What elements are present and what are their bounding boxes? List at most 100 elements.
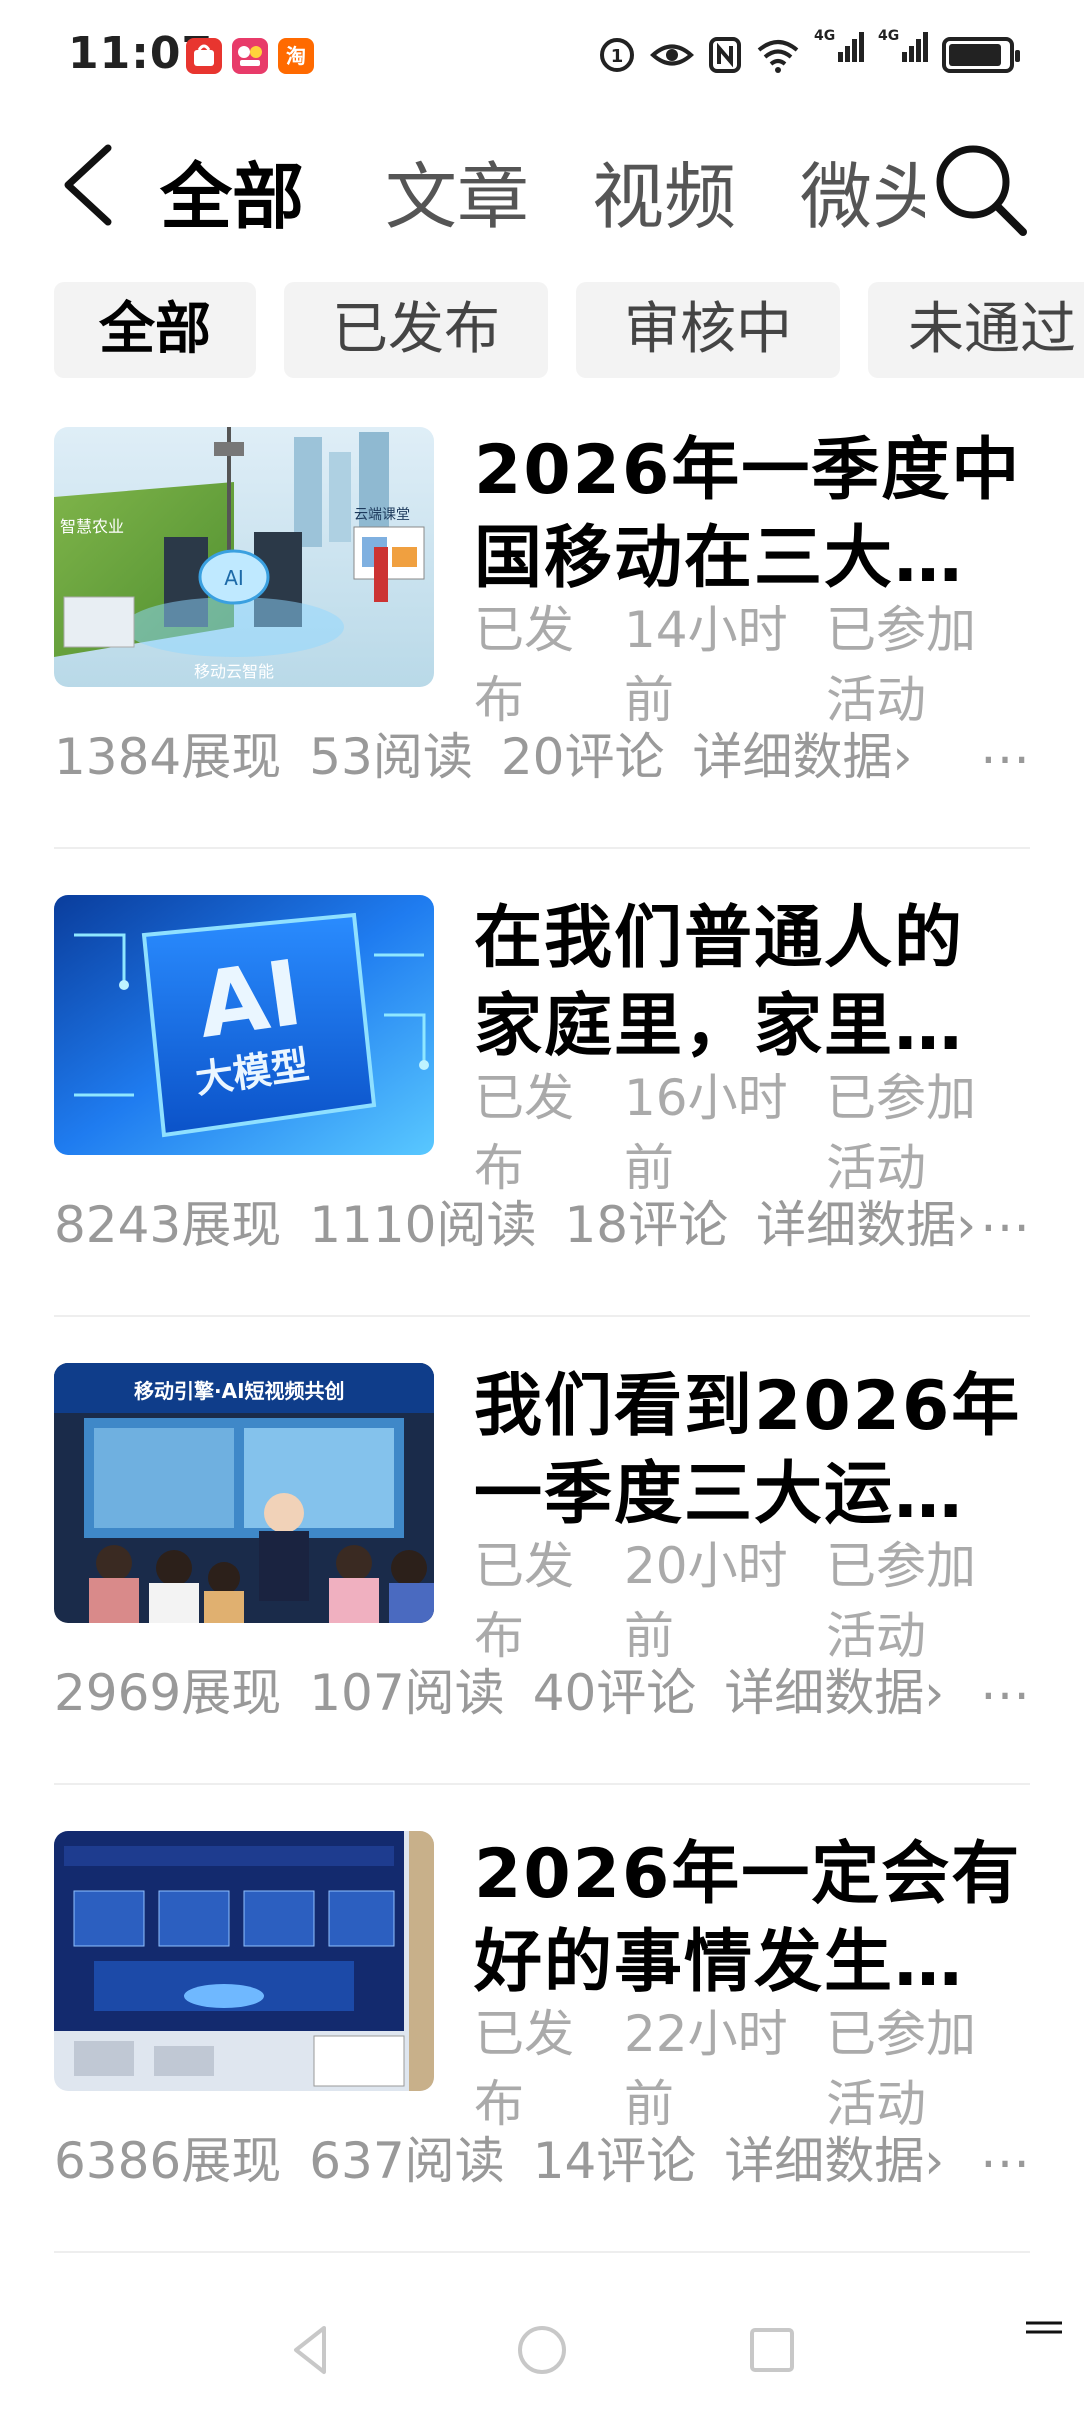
views-count: 8243展现: [54, 1196, 282, 1254]
tab-all[interactable]: 全部: [160, 138, 304, 243]
article-title-line: 2026年一季度中: [474, 431, 1022, 510]
more-icon[interactable]: …: [980, 1653, 1034, 1711]
article-status: 已发布: [474, 1069, 574, 1197]
article-item[interactable]: 移动引擎·AI短视频共创 我们看到2026年 一季度三大运… 已发布 20小时前…: [0, 1363, 1084, 1831]
filter-chips: 全部 已发布 审核中 未通过: [0, 282, 1084, 378]
article-title[interactable]: 2026年一季度中 国移动在三大…: [474, 427, 1049, 603]
menu-handle-icon[interactable]: [1024, 2320, 1064, 2336]
thumb-label: AI: [191, 941, 308, 1059]
taobao-icon: 淘: [278, 38, 314, 74]
back-triangle-icon[interactable]: [282, 2320, 342, 2380]
thumb-label: 云端课堂: [354, 507, 410, 523]
article-title[interactable]: 2026年一定会有 好的事情发生…: [474, 1831, 1049, 2007]
nfc-icon: [709, 37, 741, 73]
article-thumbnail[interactable]: AI 大模型: [54, 895, 434, 1155]
article-activity: 已参加活动: [826, 1069, 976, 1197]
article-title-line: 好的事情发生…: [474, 1923, 965, 2002]
do-not-disturb-icon: 1: [600, 38, 634, 72]
article-status: 已发布: [474, 1537, 574, 1665]
article-thumbnail[interactable]: 移动引擎·AI短视频共创: [54, 1363, 434, 1623]
article-item[interactable]: AI 智慧农业 云端课堂 移动云智能 2026年一季度中 国移动在三大… 已发布…: [0, 427, 1084, 895]
article-status: 已发布: [474, 601, 574, 729]
article-title-line: 国移动在三大…: [474, 519, 965, 598]
tab-articles[interactable]: 文章: [385, 138, 529, 243]
article-title[interactable]: 我们看到2026年 一季度三大运…: [474, 1363, 1049, 1539]
more-icon[interactable]: …: [980, 1185, 1034, 1243]
eye-comfort-icon: [650, 44, 694, 66]
reads-count: 637阅读: [309, 2132, 505, 2190]
article-activity: 已参加活动: [826, 1537, 976, 1665]
detail-data-link[interactable]: 详细数据›: [724, 2132, 944, 2190]
article-time: 20小时前: [624, 1537, 788, 1665]
video-app-icon: [232, 38, 268, 74]
more-icon[interactable]: …: [980, 2121, 1034, 2179]
article-status: 已发布: [474, 2005, 574, 2133]
divider: [54, 1783, 1030, 1785]
article-title-line: 一季度三大运…: [474, 1455, 965, 1534]
article-thumbnail[interactable]: AI 智慧农业 云端课堂 移动云智能: [54, 427, 434, 687]
4g-signal-icon: 4G: [814, 26, 864, 84]
more-icon[interactable]: …: [980, 717, 1034, 775]
chevron-left-icon: [64, 144, 112, 226]
article-time: 14小时前: [624, 601, 788, 729]
reads-count: 107阅读: [309, 1664, 505, 1722]
divider: [54, 1315, 1030, 1317]
svg-text:4G: 4G: [814, 28, 835, 44]
views-count: 1384展现: [54, 728, 282, 786]
detail-data-link[interactable]: 详细数据›: [724, 1664, 944, 1722]
thumb-label: 移动引擎·AI短视频共创: [134, 1379, 345, 1403]
article-title-line: 家庭里，家里…: [474, 987, 965, 1066]
reads-count: 1110阅读: [309, 1196, 537, 1254]
comments-count: 20评论: [500, 728, 665, 786]
article-thumbnail[interactable]: [54, 1831, 434, 2091]
thumb-label: 移动云智能: [194, 662, 274, 681]
tab-micro-headlines[interactable]: 微头: [800, 138, 944, 243]
comments-count: 14评论: [532, 2132, 697, 2190]
divider: [54, 847, 1030, 849]
thumb-label: 智慧农业: [60, 517, 124, 536]
comments-count: 40评论: [532, 1664, 697, 1722]
chip-rejected[interactable]: 未通过: [868, 282, 1084, 378]
article-title-line: 2026年一定会有: [474, 1835, 1022, 1914]
article-title[interactable]: 在我们普通人的 家庭里，家里…: [474, 895, 1049, 1071]
article-title-line: 在我们普通人的: [474, 899, 965, 978]
chip-under-review[interactable]: 审核中: [576, 282, 840, 378]
tab-videos[interactable]: 视频: [592, 138, 736, 243]
recents-square-icon[interactable]: [742, 2320, 802, 2380]
svg-text:4G: 4G: [878, 28, 899, 44]
4g-signal-icon: 4G: [878, 26, 928, 84]
shopping-app-icon: [186, 38, 222, 74]
detail-data-link[interactable]: 详细数据›: [693, 728, 913, 786]
divider: [54, 2251, 1030, 2253]
svg-text:1: 1: [611, 46, 624, 67]
chip-all[interactable]: 全部: [54, 282, 256, 378]
comments-count: 18评论: [564, 1196, 729, 1254]
thumb-label: AI: [224, 566, 244, 590]
views-count: 6386展现: [54, 2132, 282, 2190]
home-circle-icon[interactable]: [512, 2320, 572, 2380]
article-stats: 1384展现 53阅读 20评论 详细数据› …: [54, 717, 1034, 789]
reads-count: 53阅读: [309, 728, 473, 786]
article-title-line: 我们看到2026年: [474, 1367, 1022, 1446]
search-button[interactable]: [925, 132, 1035, 242]
top-nav: 全部 文章 视频 微头: [0, 120, 1084, 243]
article-time: 16小时前: [624, 1069, 788, 1197]
article-stats: 2969展现 107阅读 40评论 详细数据› …: [54, 1653, 1034, 1725]
article-item[interactable]: AI 大模型 在我们普通人的 家庭里，家里… 已发布 16小时前 已参加活动 8…: [0, 895, 1084, 1363]
chip-published[interactable]: 已发布: [284, 282, 548, 378]
search-icon: [936, 145, 1027, 236]
battery-icon: [942, 37, 1020, 73]
article-time: 22小时前: [624, 2005, 788, 2133]
article-item[interactable]: 2026年一定会有 好的事情发生… 已发布 22小时前 已参加活动 6386展现…: [0, 1831, 1084, 2299]
article-activity: 已参加活动: [826, 601, 976, 729]
back-button[interactable]: [50, 130, 130, 240]
article-activity: 已参加活动: [826, 2005, 976, 2133]
views-count: 2969展现: [54, 1664, 282, 1722]
detail-data-link[interactable]: 详细数据›: [756, 1196, 976, 1254]
article-stats: 6386展现 637阅读 14评论 详细数据› …: [54, 2121, 1034, 2193]
article-stats: 8243展现 1110阅读 18评论 详细数据› …: [54, 1185, 1034, 1257]
status-indicators: 1 4G 4G: [598, 28, 1020, 80]
wifi-icon: [757, 40, 799, 73]
status-bar: 11:07 淘 1 4G 4G: [0, 0, 1084, 110]
system-nav-bar: [0, 2320, 1084, 2400]
